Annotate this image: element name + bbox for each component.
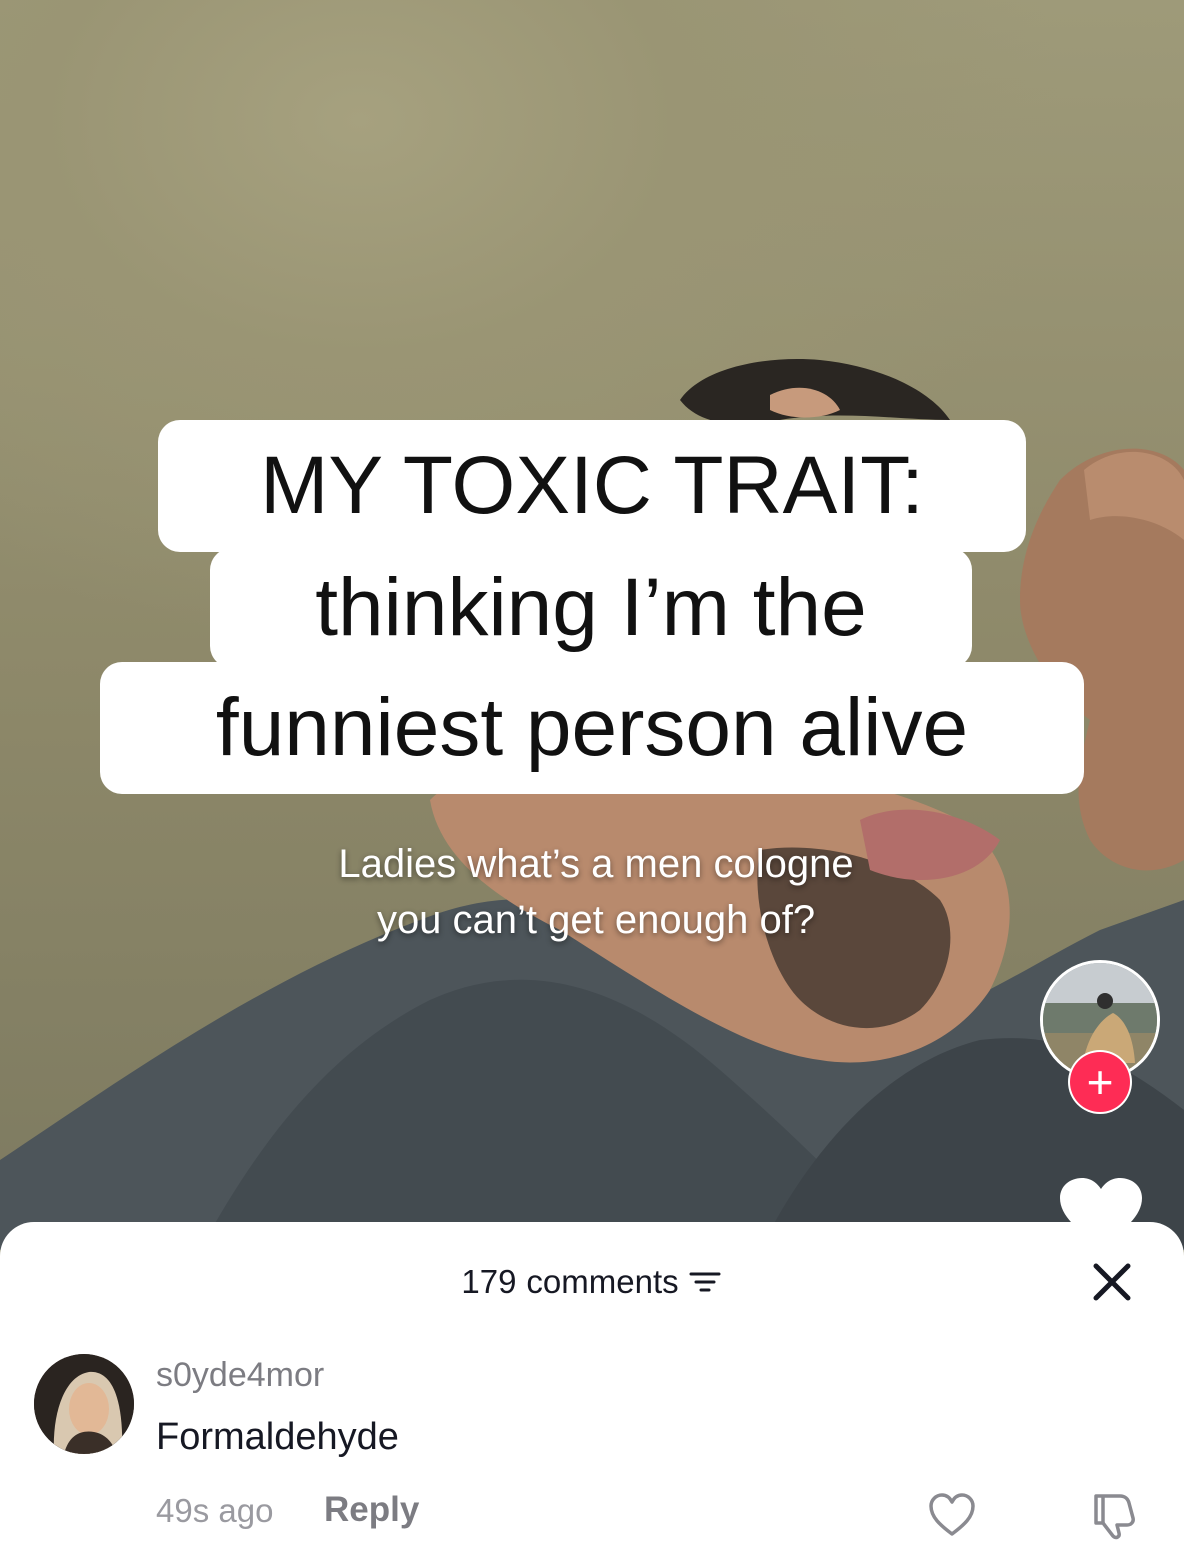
sort-icon[interactable] xyxy=(687,1267,723,1297)
comment-like-icon[interactable] xyxy=(928,1492,976,1538)
subtitle-line: you can’t get enough of? xyxy=(376,898,816,942)
comments-sheet: 179 comments s0yde4mor Formaldehyde 49s … xyxy=(0,1222,1184,1562)
comment-count-label: comments xyxy=(526,1263,679,1300)
caption-line: MY TOXIC TRAIT: xyxy=(158,420,1026,552)
commenter-avatar[interactable] xyxy=(34,1354,134,1454)
reply-button[interactable]: Reply xyxy=(324,1490,419,1530)
comment-item: s0yde4mor Formaldehyde 49s ago Reply xyxy=(0,1342,1184,1552)
video-subtitle: Ladies what’s a men cologne you can’t ge… xyxy=(240,836,952,948)
follow-button[interactable]: + xyxy=(1070,1052,1130,1112)
video-player[interactable]: MY TOXIC TRAIT: thinking I’m the funnies… xyxy=(0,0,1184,1250)
comment-count: 179 xyxy=(461,1263,517,1300)
close-icon xyxy=(1093,1263,1131,1301)
comment-dislike-icon[interactable] xyxy=(1088,1490,1140,1540)
close-button[interactable] xyxy=(1086,1256,1138,1308)
commenter-avatar-image xyxy=(34,1354,134,1454)
comment-text: Formaldehyde xyxy=(156,1416,399,1458)
caption-line: thinking I’m the xyxy=(210,548,972,668)
comment-timestamp: 49s ago xyxy=(156,1492,274,1529)
subtitle-line: Ladies what’s a men cologne xyxy=(338,842,854,886)
caption-line: funniest person alive xyxy=(100,662,1084,794)
comment-username[interactable]: s0yde4mor xyxy=(156,1356,324,1395)
comments-header: 179 comments xyxy=(0,1252,1184,1312)
